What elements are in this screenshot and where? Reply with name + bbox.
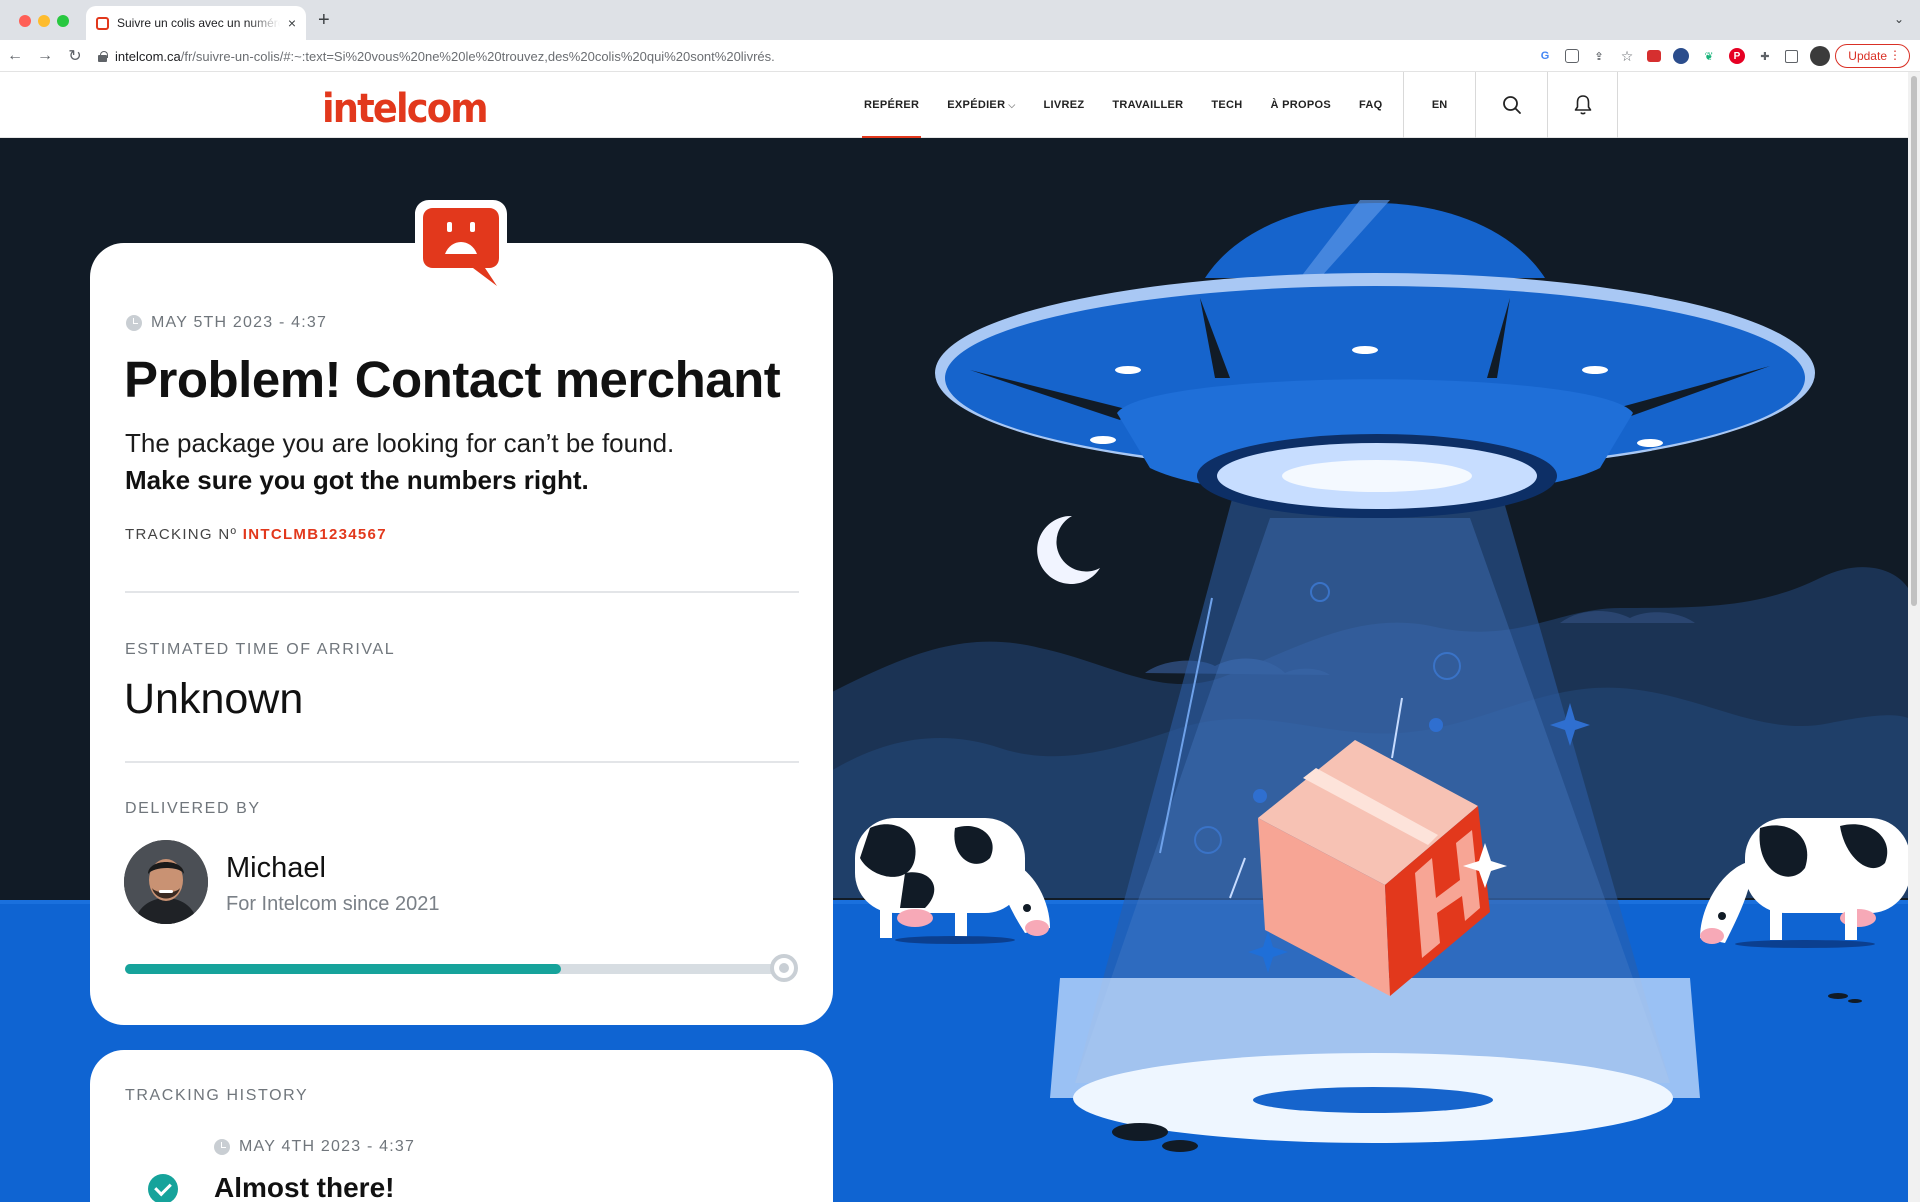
url-path: /fr/suivre-un-colis/#:~:text=Si%20vous%2… xyxy=(180,48,775,64)
status-timestamp-text: MAY 5TH 2023 - 4:37 xyxy=(151,314,328,331)
tab-title: Suivre un colis avec un numéro xyxy=(117,16,280,30)
nav-label: REPÉRER xyxy=(864,99,920,111)
extension-globe-icon[interactable] xyxy=(1673,48,1689,64)
nav-label: TECH xyxy=(1211,99,1243,111)
translate-icon[interactable] xyxy=(1565,49,1579,63)
close-window-button[interactable] xyxy=(19,15,31,27)
notifications-button[interactable] xyxy=(1547,72,1618,138)
delivery-progress-bar xyxy=(125,964,785,974)
url-host: intelcom.ca xyxy=(115,48,181,64)
pinterest-icon[interactable]: P xyxy=(1729,48,1745,64)
close-tab-icon[interactable]: × xyxy=(288,15,296,31)
update-button[interactable]: Update ⋮ xyxy=(1835,44,1910,68)
bookmark-star-icon[interactable]: ☆ xyxy=(1619,48,1635,64)
clock-icon xyxy=(126,315,142,331)
search-button[interactable] xyxy=(1475,72,1547,138)
status-title: Problem! Contact merchant xyxy=(124,351,781,408)
more-menu-icon[interactable]: ⋮ xyxy=(1889,48,1901,62)
main-nav: REPÉRER EXPÉDIER ⌵ LIVREZ TRAVAILLER TECH… xyxy=(850,72,1397,139)
moon-icon xyxy=(1037,515,1100,584)
nav-item-a-propos[interactable]: À PROPOS xyxy=(1257,72,1345,138)
nav-label: TRAVAILLER xyxy=(1112,99,1184,111)
status-emphasis: Make sure you got the numbers right. xyxy=(125,465,589,495)
nav-item-reperer[interactable]: REPÉRER xyxy=(850,72,933,139)
tab-search-chevron-icon[interactable]: ⌄ xyxy=(1894,12,1904,26)
eta-value: Unknown xyxy=(124,675,304,723)
nav-item-faq[interactable]: FAQ xyxy=(1345,72,1397,138)
check-circle-icon xyxy=(148,1174,178,1202)
nav-label: À PROPOS xyxy=(1270,99,1332,111)
search-icon xyxy=(1502,96,1521,114)
nav-label: FAQ xyxy=(1359,99,1383,111)
browser-toolbar: ← → ↻ intelcom.ca/fr/suivre-un-colis/#:~… xyxy=(0,40,1920,72)
chevron-down-icon: ⌵ xyxy=(1008,99,1016,110)
reload-icon[interactable]: ↻ xyxy=(60,42,90,70)
status-timestamp: MAY 5TH 2023 - 4:37 xyxy=(126,314,327,332)
history-event-title: Almost there! xyxy=(214,1172,395,1202)
sad-face-bubble-icon xyxy=(415,200,507,296)
google-icon[interactable]: G xyxy=(1537,48,1553,64)
tracking-history-label: TRACKING HISTORY xyxy=(125,1087,309,1104)
site-header: intelcom REPÉRER EXPÉDIER ⌵ LIVREZ TRAVAI… xyxy=(0,72,1908,139)
history-event-timestamp: MAY 4TH 2023 - 4:37 xyxy=(214,1138,415,1156)
driver-photo xyxy=(124,840,208,924)
status-subtitle: The package you are looking for can’t be… xyxy=(125,428,675,458)
address-bar[interactable]: intelcom.ca/fr/suivre-un-colis/#:~:text=… xyxy=(98,44,1488,68)
extensions-row: G ⇪ ☆ ❦ P ✚ xyxy=(1537,46,1830,66)
puzzle-extensions-icon[interactable]: ✚ xyxy=(1757,48,1773,64)
page-scrollbar[interactable] xyxy=(1908,72,1920,1202)
nav-label: EXPÉDIER xyxy=(947,99,1006,111)
back-arrow-icon[interactable]: ← xyxy=(0,42,30,70)
history-timestamp-text: MAY 4TH 2023 - 4:37 xyxy=(239,1138,416,1155)
tracking-history-card xyxy=(90,1050,833,1202)
driver-name: Michael xyxy=(226,852,326,884)
new-tab-button[interactable]: + xyxy=(318,9,330,32)
share-icon[interactable]: ⇪ xyxy=(1591,48,1607,64)
delivery-progress-fill xyxy=(125,964,561,974)
nav-item-tech[interactable]: TECH xyxy=(1197,72,1256,138)
delivered-by-label: DELIVERED BY xyxy=(125,800,261,817)
scrollbar-thumb[interactable] xyxy=(1911,76,1917,606)
tracking-label: TRACKING Nº xyxy=(125,526,238,543)
tracking-number-line: TRACKING Nº INTCLMB1234567 xyxy=(125,526,387,543)
browser-tab[interactable]: Suivre un colis avec un numéro × xyxy=(86,6,306,40)
extension-red-icon[interactable] xyxy=(1647,50,1661,62)
nav-item-expedier[interactable]: EXPÉDIER ⌵ xyxy=(933,72,1029,138)
side-panel-icon[interactable] xyxy=(1785,49,1798,63)
update-label: Update xyxy=(1848,49,1887,63)
nav-label: LIVREZ xyxy=(1043,99,1085,111)
nav-item-livrez[interactable]: LIVREZ xyxy=(1029,72,1098,138)
profile-avatar[interactable] xyxy=(1810,46,1830,66)
driver-since: For Intelcom since 2021 xyxy=(226,893,440,915)
progress-endpoint-marker xyxy=(770,954,798,982)
lock-icon[interactable] xyxy=(98,50,108,62)
intelcom-logo[interactable]: intelcom xyxy=(322,86,489,132)
driver-avatar xyxy=(124,840,208,924)
forward-arrow-icon[interactable]: → xyxy=(30,42,60,70)
tracking-number: INTCLMB1234567 xyxy=(242,526,387,543)
divider xyxy=(125,761,799,763)
language-toggle[interactable]: EN xyxy=(1403,72,1475,138)
clock-icon xyxy=(214,1139,230,1155)
bell-icon xyxy=(1574,95,1591,115)
url-text[interactable]: intelcom.ca/fr/suivre-un-colis/#:~:text=… xyxy=(115,49,775,64)
divider xyxy=(125,591,799,593)
extension-green-icon[interactable]: ❦ xyxy=(1701,48,1717,64)
eta-label: ESTIMATED TIME OF ARRIVAL xyxy=(125,641,396,658)
nav-item-travailler[interactable]: TRAVAILLER xyxy=(1098,72,1197,138)
zoom-window-button[interactable] xyxy=(57,15,69,27)
intelcom-favicon-icon xyxy=(96,16,109,30)
browser-tab-bar: Suivre un colis avec un numéro × + ⌄ xyxy=(0,0,1920,40)
minimize-window-button[interactable] xyxy=(38,15,50,27)
